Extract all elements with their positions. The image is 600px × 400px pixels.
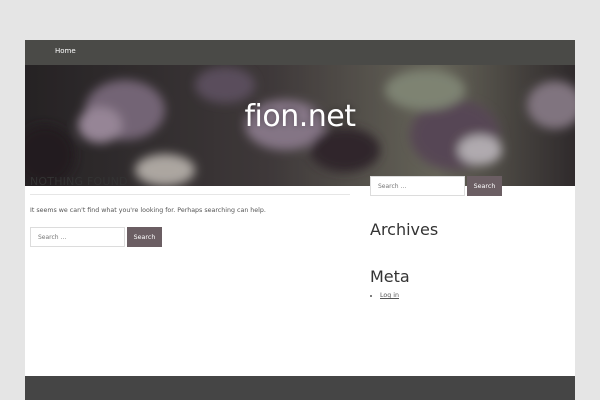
nothing-found-heading: NOTHING FOUND [30, 175, 350, 195]
main-content: NOTHING FOUND It seems we can't find wha… [30, 175, 350, 247]
main-search-button[interactable]: Search [127, 227, 162, 247]
sidebar: Search Archives Meta Log in [370, 176, 530, 299]
archives-heading: Archives [370, 220, 439, 239]
site-title[interactable]: fion.net [25, 99, 575, 134]
site-footer [25, 376, 575, 400]
main-search-input[interactable] [30, 227, 125, 247]
top-navigation-bar: Home [25, 40, 575, 65]
nothing-found-message: It seems we can't find what you're looki… [30, 207, 266, 214]
meta-list-item: Log in [380, 292, 530, 299]
main-search-form: Search [30, 227, 350, 247]
sidebar-search-form: Search [370, 176, 530, 196]
sidebar-search-input[interactable] [370, 176, 465, 196]
header-image: fion.net [25, 65, 575, 186]
archives-widget: Archives [370, 220, 530, 239]
nav-home-link[interactable]: Home [55, 47, 76, 55]
meta-links-list: Log in [370, 292, 530, 299]
meta-heading: Meta [370, 267, 410, 286]
meta-widget: Meta Log in [370, 267, 530, 299]
login-link[interactable]: Log in [380, 292, 399, 299]
sidebar-search-button[interactable]: Search [467, 176, 502, 196]
